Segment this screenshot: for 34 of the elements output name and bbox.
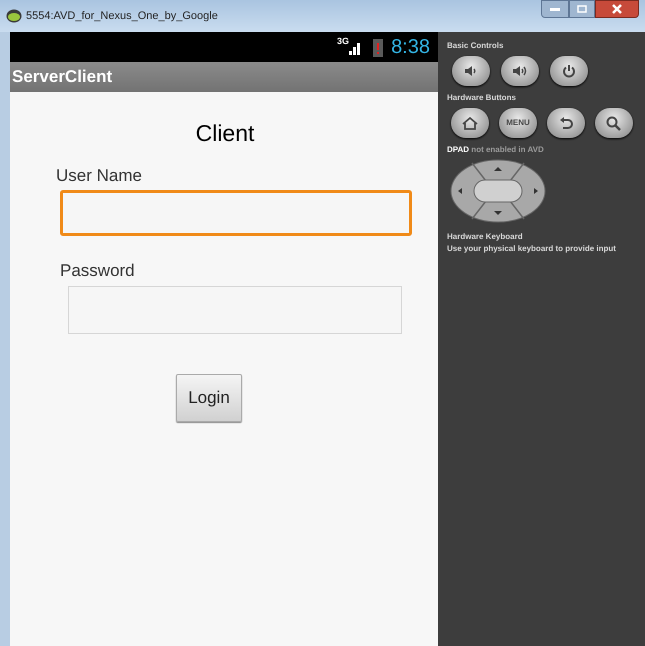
back-button[interactable] — [547, 108, 585, 138]
battery-icon — [373, 37, 384, 57]
home-button[interactable] — [451, 108, 489, 138]
close-icon — [612, 4, 622, 14]
maximize-button[interactable] — [569, 0, 595, 18]
android-icon — [6, 9, 22, 23]
section-title: Basic Controls — [447, 40, 504, 52]
app-title: ServerClient — [12, 66, 112, 88]
search-icon — [605, 115, 623, 131]
home-icon — [461, 115, 479, 131]
section-title: Hardware Keyboard — [447, 231, 524, 243]
field-label: Password — [60, 260, 136, 282]
close-button[interactable] — [595, 0, 639, 18]
menu-button[interactable]: MENU — [499, 108, 537, 138]
heading: Client — [196, 119, 254, 148]
clock: 8:38 — [391, 35, 430, 60]
minimize-button[interactable] — [541, 0, 569, 18]
field-label: User Name — [56, 164, 143, 186]
section-title: Hardware Buttons — [447, 92, 517, 104]
volume-up-icon — [511, 63, 529, 79]
power-button[interactable] — [550, 56, 588, 86]
search-button[interactable] — [595, 108, 633, 138]
volume-up-button[interactable] — [501, 56, 539, 86]
maximize-icon — [577, 5, 587, 13]
network-type: 3G — [337, 35, 350, 48]
volume-down-button[interactable] — [452, 56, 490, 86]
dpad-note: DPAD not enabled in AVD — [447, 144, 545, 156]
window-title: 5554:AVD_for_Nexus_One_by_Google — [26, 8, 218, 24]
input-field[interactable] — [60, 190, 412, 236]
input-field[interactable] — [68, 286, 402, 334]
keyboard-note: Use your physical keyboard to provide input — [447, 243, 617, 255]
power-icon — [560, 63, 578, 79]
minimize-icon — [550, 7, 560, 11]
login-button[interactable]: Login — [176, 374, 242, 422]
